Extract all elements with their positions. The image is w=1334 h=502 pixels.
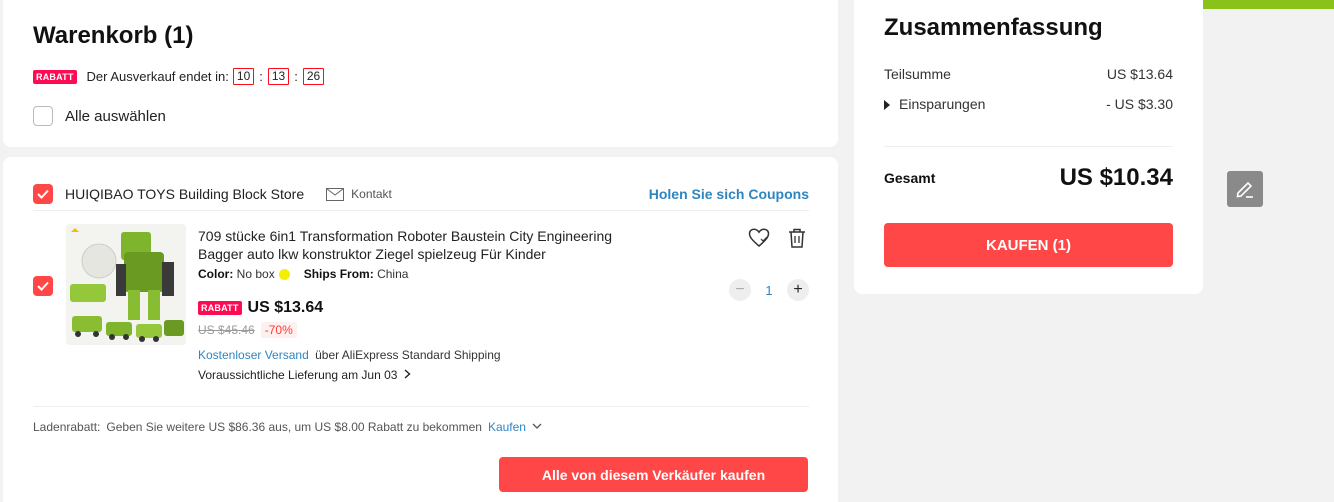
decrease-quantity-button[interactable]: − bbox=[729, 279, 751, 301]
savings-value: - US $3.30 bbox=[1106, 96, 1173, 112]
store-name-link[interactable]: HUIQIBAO TOYS Building Block Store bbox=[65, 186, 304, 202]
shipping-method: über AliExpress Standard Shipping bbox=[315, 348, 501, 362]
store-divider bbox=[33, 210, 809, 211]
trash-icon[interactable] bbox=[788, 228, 806, 253]
store-header: HUIQIBAO TOYS Building Block Store Konta… bbox=[33, 179, 809, 209]
sale-countdown: RABATT Der Ausverkauf endet in: 10 : 13 … bbox=[33, 68, 325, 85]
summary-divider bbox=[884, 146, 1173, 147]
contact-label: Kontakt bbox=[351, 187, 392, 201]
original-price-row: US $45.46 -70% bbox=[198, 322, 297, 338]
sale-text: Der Ausverkauf endet in: bbox=[86, 69, 229, 84]
quantity-value[interactable]: 1 bbox=[751, 283, 787, 298]
shipping-info: Kostenloser Versand über AliExpress Stan… bbox=[198, 348, 501, 362]
edit-feedback-button[interactable] bbox=[1227, 171, 1263, 207]
order-summary-card: Zusammenfassung Teilsumme US $13.64 Eins… bbox=[854, 0, 1203, 294]
timer-hours: 10 bbox=[232, 68, 255, 85]
check-icon bbox=[37, 281, 49, 291]
savings-label: Einsparungen bbox=[899, 96, 986, 112]
caret-right-icon bbox=[884, 100, 890, 111]
savings-row[interactable]: Einsparungen - US $3.30 bbox=[884, 96, 1173, 112]
item-divider bbox=[33, 406, 809, 407]
increase-quantity-button[interactable]: + bbox=[787, 279, 809, 301]
checkout-button[interactable]: KAUFEN (1) bbox=[884, 223, 1173, 267]
ships-from-label: Ships From: bbox=[303, 267, 374, 281]
buy-all-from-seller-button[interactable]: Alle von diesem Verkäufer kaufen bbox=[499, 457, 808, 492]
ships-from-value: China bbox=[377, 267, 409, 281]
timer-separator: : bbox=[294, 69, 298, 84]
subtotal-row: Teilsumme US $13.64 bbox=[884, 66, 1173, 82]
product-attributes: Color: No box Ships From: China bbox=[198, 267, 408, 281]
delivery-text: Voraussichtliche Lieferung am Jun 03 bbox=[198, 367, 398, 382]
cart-header-card: Warenkorb (1) RABATT Der Ausverkauf ende… bbox=[3, 0, 838, 147]
chevron-down-icon[interactable] bbox=[532, 421, 542, 433]
delivery-estimate[interactable]: Voraussichtliche Lieferung am Jun 03 bbox=[198, 367, 412, 382]
timer-minutes: 13 bbox=[267, 68, 290, 85]
timer-separator: : bbox=[259, 69, 263, 84]
contact-button[interactable]: Kontakt bbox=[326, 187, 392, 201]
chevron-right-icon bbox=[404, 367, 412, 382]
free-shipping-label[interactable]: Kostenloser Versand bbox=[198, 348, 309, 362]
original-price: US $45.46 bbox=[198, 323, 255, 337]
page-title: Warenkorb (1) bbox=[33, 22, 194, 49]
item-checkbox[interactable] bbox=[33, 276, 53, 296]
store-discount-text: Geben Sie weitere US $86.36 aus, um US $… bbox=[106, 420, 482, 434]
color-swatch bbox=[278, 268, 290, 280]
item-price: US $13.64 bbox=[247, 299, 324, 316]
color-label: Color: bbox=[198, 267, 234, 281]
quantity-stepper: − 1 + bbox=[729, 279, 809, 301]
select-all-checkbox[interactable] bbox=[33, 106, 53, 126]
get-coupons-link[interactable]: Holen Sie sich Coupons bbox=[649, 186, 809, 202]
total-row: Gesamt US $10.34 bbox=[884, 164, 1173, 192]
mail-icon bbox=[326, 187, 345, 201]
timer-seconds: 26 bbox=[302, 68, 325, 85]
check-icon bbox=[37, 189, 49, 199]
product-image[interactable] bbox=[66, 224, 186, 345]
total-label: Gesamt bbox=[884, 170, 936, 186]
subtotal-value: US $13.64 bbox=[1106, 66, 1173, 82]
discount-badge: -70% bbox=[260, 322, 297, 338]
wishlist-heart-icon[interactable] bbox=[748, 228, 770, 253]
store-card: HUIQIBAO TOYS Building Block Store Konta… bbox=[3, 157, 838, 502]
color-value: No box bbox=[236, 267, 275, 281]
price-row: RABATT US $13.64 bbox=[198, 299, 323, 317]
select-all-row[interactable]: Alle auswählen bbox=[33, 106, 166, 126]
pencil-icon bbox=[1236, 181, 1253, 198]
subtotal-label: Teilsumme bbox=[884, 66, 951, 82]
total-value: US $10.34 bbox=[1059, 164, 1173, 191]
select-all-label: Alle auswählen bbox=[65, 107, 166, 125]
store-discount-label: Ladenrabatt: bbox=[33, 420, 101, 434]
rabatt-badge: RABATT bbox=[33, 69, 77, 84]
store-discount-buy-link[interactable]: Kaufen bbox=[488, 420, 526, 434]
store-discount-row: Ladenrabatt: Geben Sie weitere US $86.36… bbox=[33, 420, 542, 434]
robot-toy-image bbox=[66, 224, 186, 345]
product-title-link[interactable]: 709 stücke 6in1 Transformation Roboter B… bbox=[198, 227, 658, 263]
price-rabatt-badge: RABATT bbox=[198, 301, 242, 315]
store-checkbox[interactable] bbox=[33, 184, 53, 204]
summary-title: Zusammenfassung bbox=[884, 14, 1103, 41]
